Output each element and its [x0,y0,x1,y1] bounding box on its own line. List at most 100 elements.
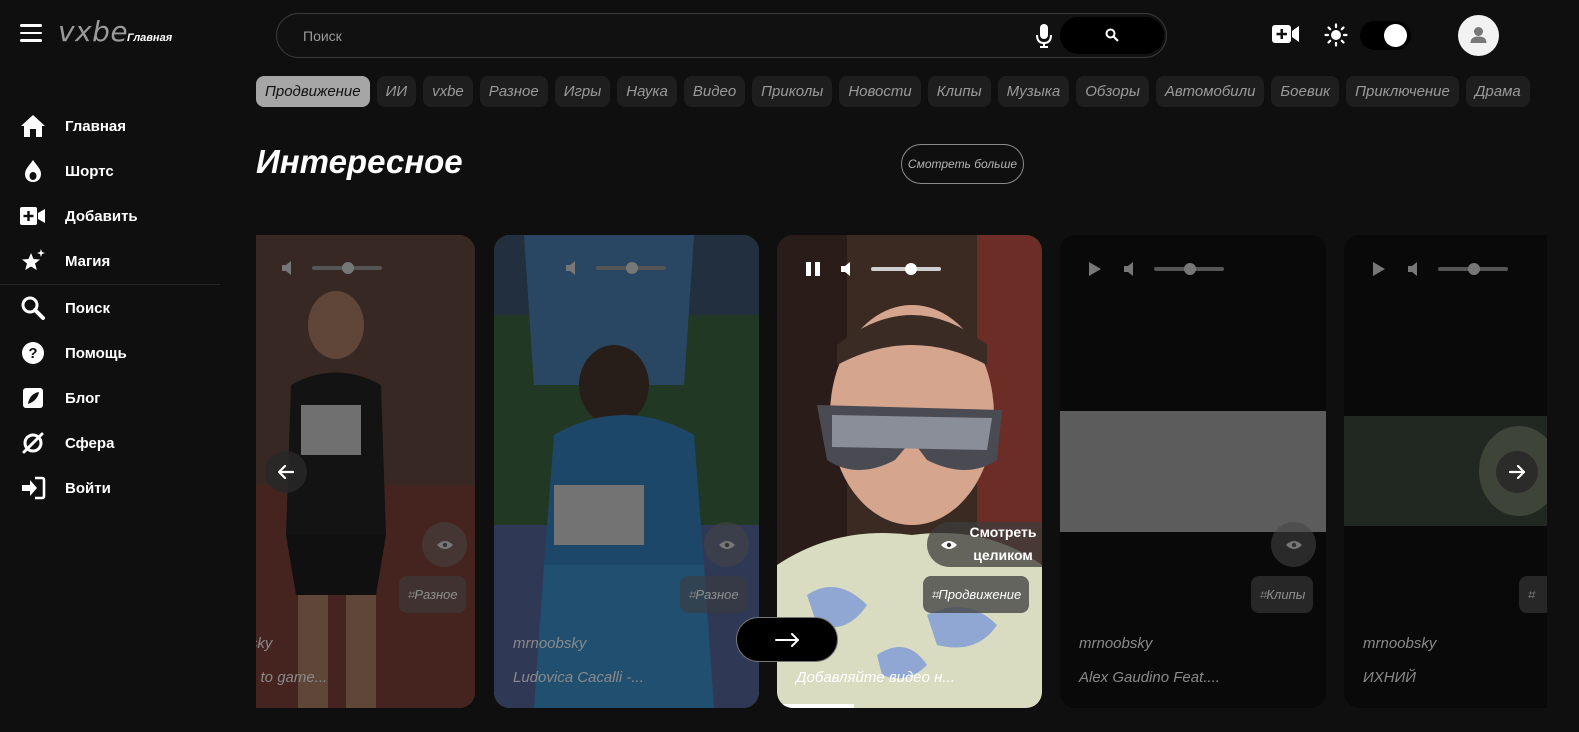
card-author[interactable]: mrnoobsky [513,635,586,652]
video-card[interactable]: ⌗Разное mrnoobsky Ludovica Cacalli -... [494,235,759,708]
next-video-button[interactable] [736,617,838,662]
sidebar-item-label: Блог [65,389,101,407]
avatar[interactable] [1458,15,1499,56]
card-author[interactable]: mrnoobsky [256,635,272,652]
tag-label: Разное [695,587,739,602]
volume-slider[interactable] [871,263,941,275]
see-more-button[interactable]: Смотреть больше [901,144,1024,184]
video-controls [805,261,941,277]
chip-promotion[interactable]: Продвижение [256,76,370,107]
chip-ai[interactable]: ИИ [376,76,417,107]
menu-icon[interactable] [20,24,42,42]
volume-icon[interactable] [1408,262,1424,276]
card-author[interactable]: mrnoobsky [1079,635,1152,652]
sidebar-item-blog[interactable]: Блог [20,383,101,413]
card-author[interactable]: mrnoobsky [1363,635,1436,652]
section-title: Интересное [256,143,463,180]
login-icon [22,476,46,500]
magic-star-icon [22,249,45,270]
volume-icon[interactable] [841,262,857,276]
card-tag[interactable]: ⌗ [1519,576,1547,613]
blog-icon [23,388,43,408]
sidebar-item-add[interactable]: Добавить [20,201,138,231]
sidebar-item-label: Магия [65,252,111,270]
video-controls [1372,261,1508,277]
play-icon[interactable] [1088,261,1102,277]
chip-reviews[interactable]: Обзоры [1076,76,1149,107]
card-caption[interactable]: m cutie to game... [256,669,327,686]
sidebar-item-shorts[interactable]: Шортс [20,156,114,186]
sidebar-item-home[interactable]: Главная [20,111,126,141]
theme-sun-icon[interactable] [1324,23,1348,47]
volume-icon[interactable] [282,261,298,275]
logo[interactable]: vxbe [58,15,128,48]
chip-drama[interactable]: Драма [1465,76,1530,107]
video-controls [282,261,382,275]
card-caption[interactable]: Alex Gaudino Feat.... [1079,669,1220,686]
arrow-right-icon [775,632,799,647]
chip-jokes[interactable]: Приколы [752,76,833,107]
chip-video[interactable]: Видео [683,76,746,107]
eye-icon [941,540,957,549]
prev-arrow[interactable] [265,451,307,493]
tag-label: Клипы [1266,587,1306,602]
video-progress[interactable] [777,704,854,708]
chip-science[interactable]: Наука [617,76,677,107]
sidebar-item-label: Войти [65,479,111,497]
next-arrow[interactable] [1496,451,1538,493]
pause-icon[interactable] [805,261,821,277]
card-tag[interactable]: ⌗Разное [680,576,747,613]
volume-slider[interactable] [1438,263,1508,275]
sidebar-item-sphere[interactable]: Сфера [20,428,114,458]
search-icon [21,296,45,320]
card-caption[interactable]: Ludovica Cacalli -... [513,669,644,686]
chip-news[interactable]: Новости [839,76,921,107]
video-carousel: ⌗Разное mrnoobsky m cutie to game... [256,235,1547,708]
volume-icon[interactable] [566,261,582,275]
home-icon [21,115,45,137]
card-caption[interactable]: ИХНИЙ [1363,669,1416,686]
card-caption[interactable]: Добавляйте видео н... [796,669,955,686]
volume-slider[interactable] [596,262,666,274]
video-controls [1088,261,1224,277]
search-bar [276,13,1167,58]
chip-action[interactable]: Боевик [1271,76,1340,107]
volume-icon[interactable] [1124,262,1140,276]
sidebar-item-help[interactable]: ? Помощь [20,338,127,368]
chip-misc[interactable]: Разное [479,76,548,107]
arrow-left-icon [278,465,294,479]
eye-icon[interactable] [704,522,749,567]
sidebar-item-label: Сфера [65,434,115,452]
card-tag[interactable]: ⌗Разное [399,576,466,613]
watch-full-label[interactable]: Смотреть целиком [963,521,1042,567]
add-video-icon[interactable] [1272,24,1300,44]
chip-music[interactable]: Музыка [997,76,1070,107]
card-tag[interactable]: ⌗Клипы [1251,576,1314,613]
svg-text:?: ? [28,345,37,362]
eye-icon[interactable] [422,522,467,567]
card-tag[interactable]: ⌗Продвижение [923,576,1030,613]
chip-cars[interactable]: Автомобили [1155,76,1265,107]
eye-icon[interactable] [1271,522,1316,567]
volume-slider[interactable] [1154,263,1224,275]
sidebar-item-login[interactable]: Войти [20,473,111,503]
chip-clips[interactable]: Клипы [927,76,991,107]
theme-toggle[interactable] [1360,21,1411,50]
chip-vxbe[interactable]: vxbe [423,76,473,107]
logo-subtitle: Главная [127,32,173,44]
volume-slider[interactable] [312,262,382,274]
sidebar-item-magic[interactable]: Магия [20,246,110,276]
sidebar-divider [0,284,220,285]
chip-adventure[interactable]: Приключение [1346,76,1459,107]
app-root: vxbe Главная Поиск Главная Шортс Добавит… [0,0,1579,732]
chip-games[interactable]: Игры [554,76,611,107]
search-input[interactable] [303,25,1003,47]
microphone-icon[interactable] [1035,24,1053,48]
video-card[interactable]: ⌗Клипы mrnoobsky Alex Gaudino Feat.... [1060,235,1326,708]
sidebar-item-label: Помощь [65,344,127,362]
play-icon[interactable] [1372,261,1386,277]
tag-label: Разное [414,587,458,602]
arrow-right-icon [1509,465,1525,479]
search-button[interactable] [1060,17,1164,54]
sidebar-item-search[interactable]: Поиск [20,293,110,323]
